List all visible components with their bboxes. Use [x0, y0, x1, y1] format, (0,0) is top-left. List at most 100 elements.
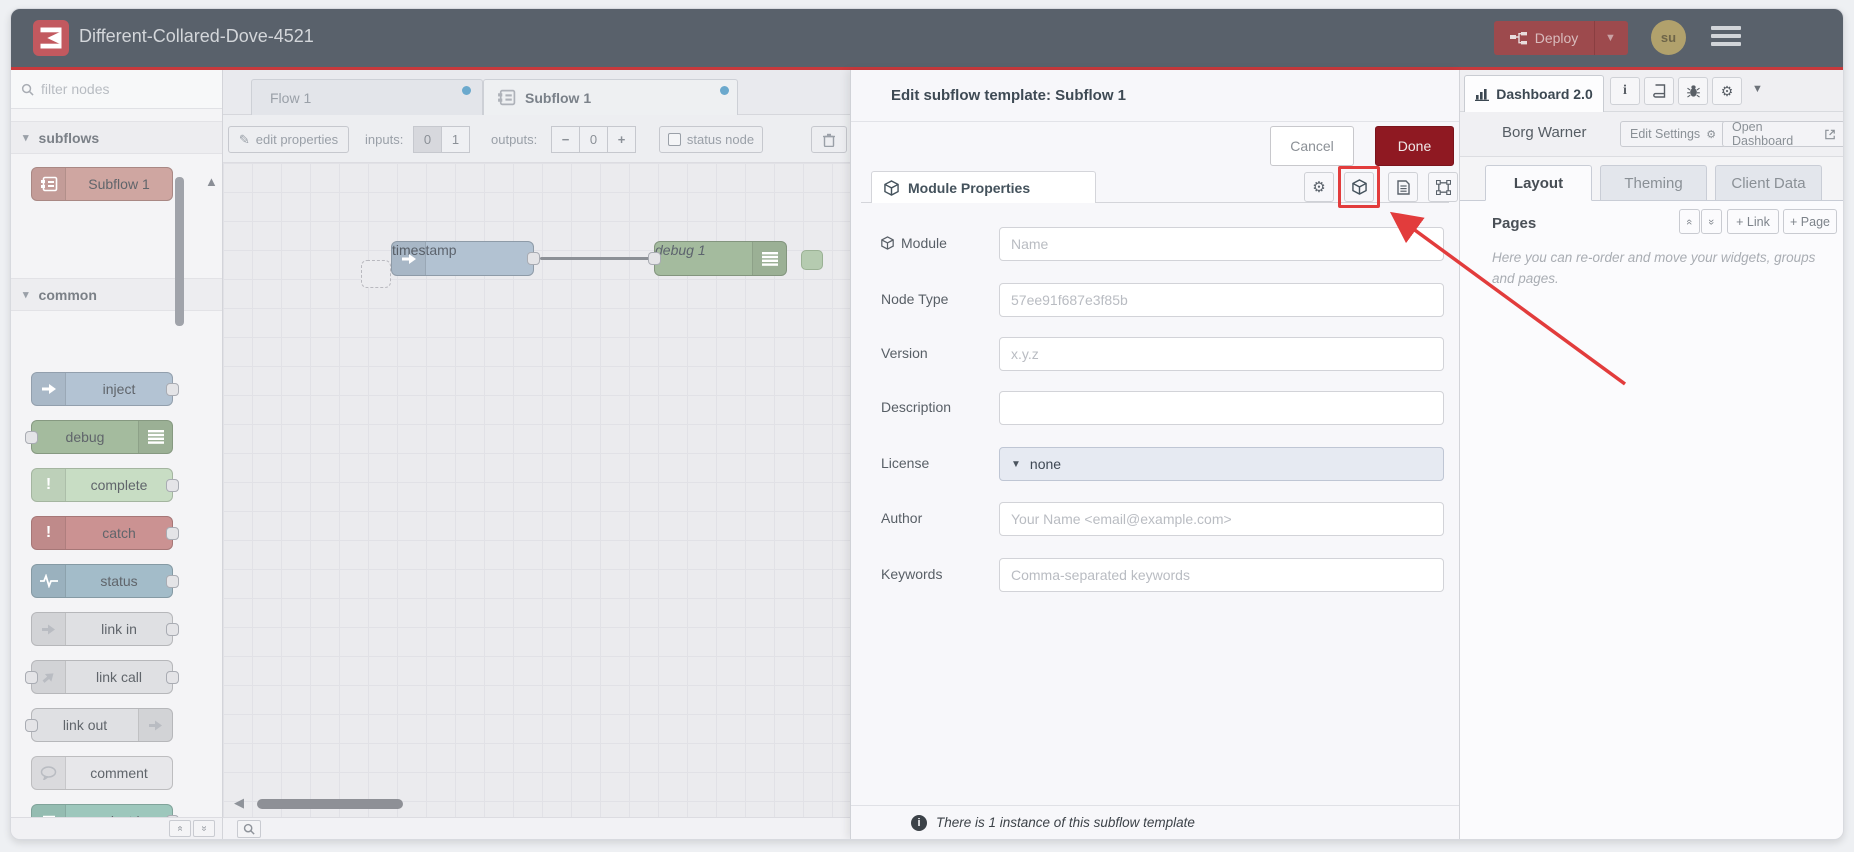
chevron-down-icon: ▾ — [23, 289, 29, 301]
outputs-increment-button[interactable]: + — [607, 126, 636, 153]
config-nodes-tab-button[interactable]: ⚙ — [1712, 77, 1742, 105]
palette-node-link-out[interactable]: link out — [25, 708, 173, 742]
version-input[interactable] — [999, 337, 1444, 371]
subflow-icon — [32, 168, 66, 200]
debug-icon — [752, 242, 786, 275]
move-page-down-button[interactable]: » — [1701, 209, 1722, 234]
palette-section-common[interactable]: ▾ common — [11, 278, 222, 311]
input-port[interactable] — [648, 252, 661, 265]
output-port[interactable] — [166, 383, 179, 396]
subflow-input-stub[interactable] — [361, 260, 391, 288]
tab-client-data[interactable]: Client Data — [1715, 165, 1822, 201]
output-port[interactable] — [166, 479, 179, 492]
status-icon — [32, 565, 66, 597]
node-type-input[interactable] — [999, 283, 1444, 317]
outputs-count[interactable]: 0 — [579, 126, 608, 153]
palette-node-inject[interactable]: inject — [31, 372, 179, 406]
tab-module-properties[interactable]: Module Properties — [871, 171, 1096, 203]
output-port[interactable] — [166, 575, 179, 588]
help-tab-button[interactable] — [1644, 77, 1674, 105]
description-field-label: Description — [881, 399, 952, 415]
add-link-button[interactable]: + Link — [1727, 209, 1779, 234]
link-in-icon — [32, 613, 66, 645]
palette-filter[interactable]: filter nodes — [11, 70, 222, 109]
user-avatar[interactable]: su — [1651, 20, 1686, 55]
cube-icon — [881, 236, 894, 250]
palette-node-link-call[interactable]: link call — [25, 660, 179, 694]
subflow-output-stub[interactable] — [801, 250, 823, 270]
gear-icon: ⚙ — [1720, 82, 1734, 99]
gear-icon: ⚙ — [1312, 179, 1326, 196]
inputs-count-alt[interactable]: 1 — [441, 126, 470, 153]
add-page-button[interactable]: + Page — [1783, 209, 1837, 234]
debug-tab-button[interactable] — [1678, 77, 1708, 105]
deploy-button[interactable]: Deploy ▼ — [1494, 21, 1628, 55]
output-port[interactable] — [527, 252, 540, 265]
appearance-tab-button[interactable] — [1428, 172, 1458, 202]
output-port[interactable] — [166, 527, 179, 540]
output-port[interactable] — [166, 671, 179, 684]
palette-node-complete[interactable]: ! complete — [31, 468, 179, 502]
status-node-toggle[interactable]: status node — [659, 126, 763, 153]
output-port[interactable] — [166, 623, 179, 636]
palette-section-subflows[interactable]: ▾ subflows — [11, 121, 222, 154]
palette-node-status[interactable]: status — [31, 564, 179, 598]
wire[interactable] — [540, 257, 656, 260]
edit-settings-button[interactable]: Edit Settings ⚙ — [1620, 121, 1727, 147]
canvas-node-debug-1[interactable]: debug 1 — [648, 241, 787, 276]
main-menu-button[interactable] — [1711, 26, 1741, 50]
info-tab-button[interactable]: i — [1610, 77, 1640, 105]
edit-properties-button[interactable]: ✎ edit properties — [228, 126, 349, 153]
palette-node-debug[interactable]: debug — [25, 420, 173, 454]
palette-node-catch[interactable]: ! catch — [31, 516, 179, 550]
tab-dashboard-2[interactable]: Dashboard 2.0 — [1464, 75, 1604, 112]
tab-theming[interactable]: Theming — [1600, 165, 1707, 201]
license-field-label: License — [881, 455, 930, 471]
outputs-decrement-button[interactable]: − — [551, 126, 580, 153]
book-icon — [1652, 84, 1665, 98]
workspace-title: Different-Collared-Dove-4521 — [79, 26, 314, 46]
expand-palette-button[interactable]: » — [193, 820, 215, 837]
annotation-highlight-box — [1338, 166, 1380, 208]
author-input[interactable] — [999, 502, 1444, 536]
palette-scroll-up-icon[interactable]: ▲ — [205, 174, 218, 189]
outputs-label: outputs: — [491, 132, 538, 147]
keywords-input[interactable] — [999, 558, 1444, 592]
catch-icon: ! — [32, 517, 66, 549]
description-tab-button[interactable] — [1388, 172, 1418, 202]
document-icon — [1396, 179, 1410, 195]
palette-node-subflow-1[interactable]: Subflow 1 — [31, 167, 173, 201]
move-page-up-button[interactable]: « — [1679, 209, 1700, 234]
license-select[interactable]: ▼ none — [999, 447, 1444, 481]
cancel-button[interactable]: Cancel — [1270, 126, 1354, 166]
link-out-icon — [138, 709, 172, 741]
input-port[interactable] — [25, 671, 38, 684]
sidebar-collapse-caret[interactable]: ▼ — [1752, 83, 1763, 95]
description-input[interactable] — [999, 391, 1444, 425]
done-button[interactable]: Done — [1375, 126, 1454, 166]
canvas-h-scrollbar[interactable] — [257, 799, 403, 809]
input-port[interactable] — [25, 431, 38, 444]
deploy-options-caret[interactable]: ▼ — [1594, 21, 1626, 55]
version-field-label: Version — [881, 345, 928, 361]
app-window: Different-Collared-Dove-4521 Deploy ▼ su… — [10, 8, 1844, 840]
delete-subflow-button[interactable] — [811, 126, 847, 153]
collapse-palette-button[interactable]: « — [169, 820, 191, 837]
module-input[interactable] — [999, 227, 1444, 261]
palette-node-comment[interactable]: comment — [31, 756, 173, 790]
edit-properties-tab-button[interactable]: ⚙ — [1304, 172, 1334, 202]
palette-scrollbar[interactable] — [175, 177, 184, 326]
open-dashboard-button[interactable]: Open Dashboard — [1722, 120, 1843, 148]
deploy-label: Deploy — [1534, 30, 1579, 46]
tab-layout[interactable]: Layout — [1485, 165, 1592, 201]
tab-flow-1[interactable]: Flow 1 — [251, 79, 483, 115]
scroll-left-icon[interactable]: ◀ — [234, 795, 244, 811]
zoom-search-button[interactable] — [237, 820, 261, 838]
right-sidebar: Dashboard 2.0 i ⚙ ▼ Borg Warner Edit Set… — [1459, 70, 1843, 839]
inputs-count-selected[interactable]: 0 — [413, 126, 442, 153]
palette-filter-placeholder: filter nodes — [41, 81, 110, 97]
input-port[interactable] — [25, 719, 38, 732]
palette-node-link-in[interactable]: link in — [31, 612, 179, 646]
tab-subflow-1[interactable]: Subflow 1 — [483, 79, 738, 115]
canvas-node-timestamp[interactable]: timestamp — [391, 241, 540, 276]
